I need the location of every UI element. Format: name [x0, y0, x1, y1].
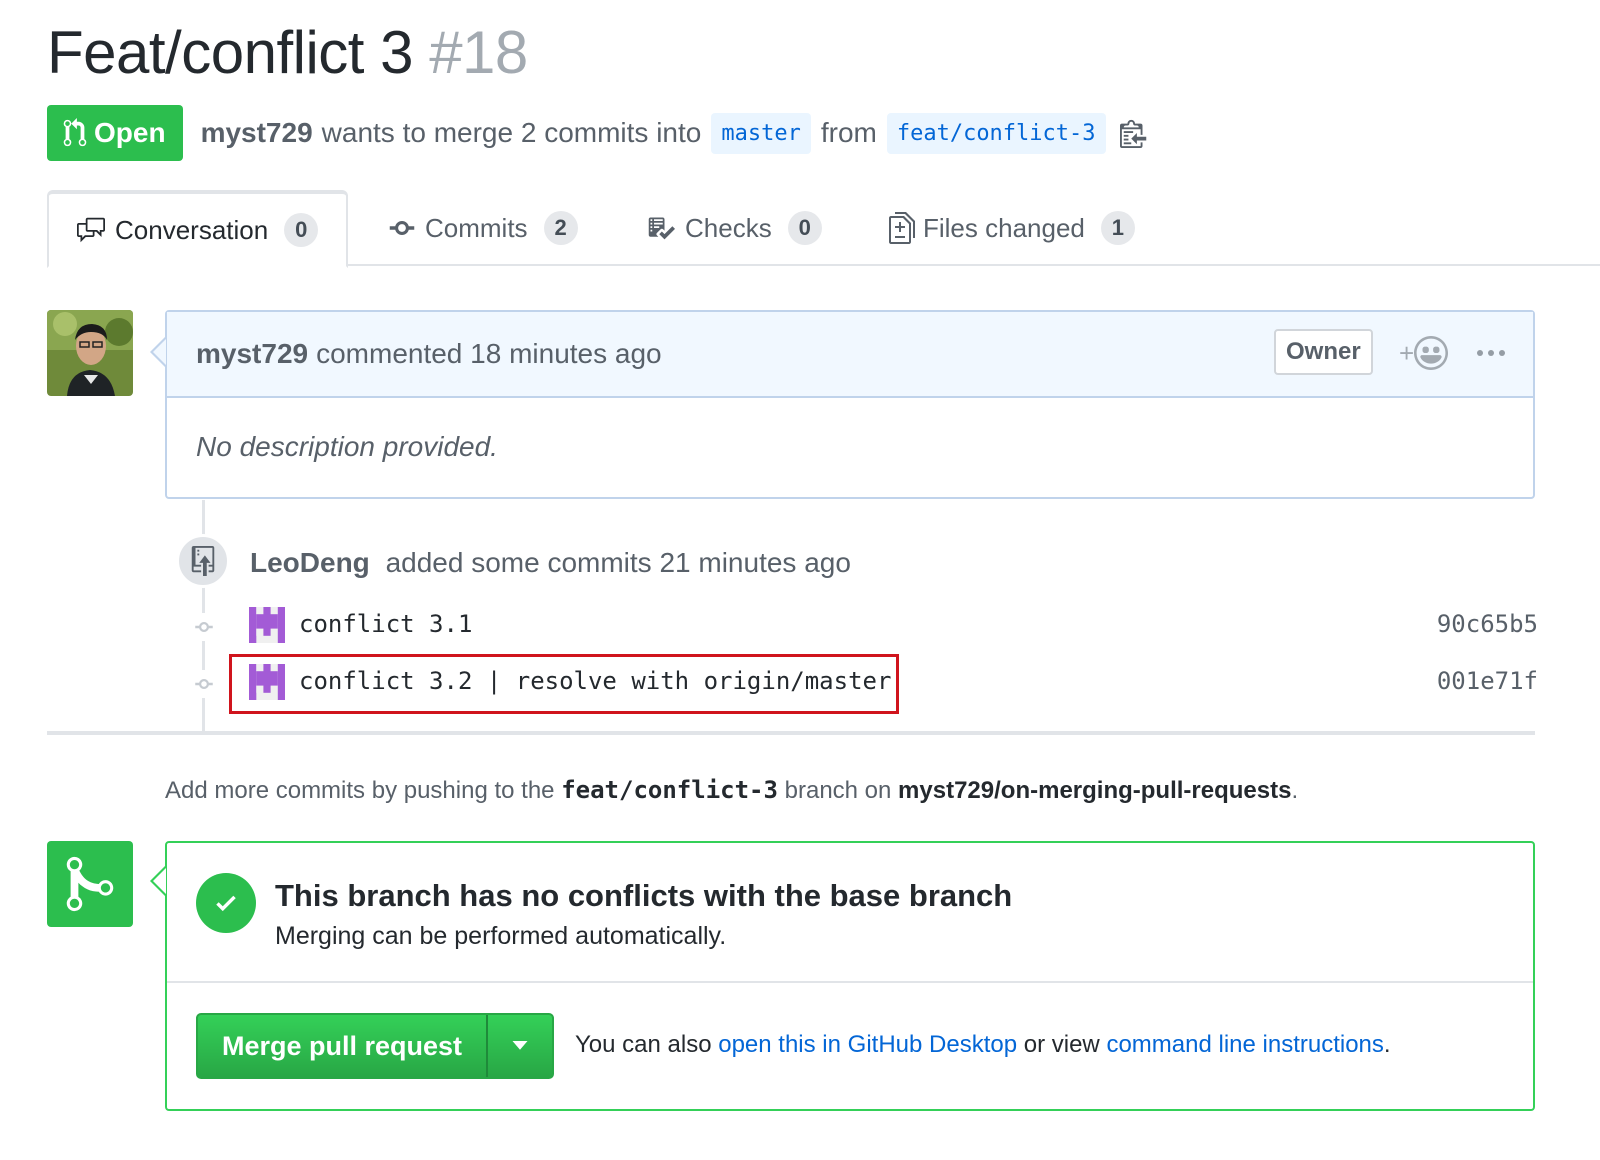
merge-pull-request-button[interactable]: Merge pull request: [198, 1015, 489, 1077]
commit-message-link[interactable]: conflict 3.1: [299, 610, 472, 638]
diff-icon: [889, 212, 915, 244]
merge-hint: You can also open this in GitHub Desktop…: [575, 1031, 1391, 1059]
state-label: Open: [94, 117, 166, 148]
tab-conversation[interactable]: Conversation 0: [47, 190, 349, 268]
pr-tabs: Conversation 0 Commits 2 Checks 0 Files …: [47, 190, 1600, 268]
push-action: added some commits 21 minutes ago: [385, 547, 851, 578]
pr-comment: myst729 commented 18 minutes ago Owner +…: [165, 310, 1535, 499]
tab-files-changed-count: 1: [1100, 211, 1135, 245]
git-commit-icon: [188, 613, 220, 641]
base-branch[interactable]: master: [711, 112, 811, 154]
command-line-instructions-link[interactable]: command line instructions: [1106, 1031, 1383, 1058]
state-badge: Open: [47, 105, 183, 161]
avatar[interactable]: [47, 310, 133, 396]
push-hint-repo: myst729/on-merging-pull-requests: [898, 777, 1292, 804]
tab-checks[interactable]: Checks 0: [645, 190, 822, 266]
push-hint-middle: branch on: [784, 777, 892, 804]
git-commit-icon: [188, 670, 220, 698]
merge-hint-prefix: You can also: [575, 1031, 712, 1058]
push-hint-prefix: Add more commits by pushing to the: [165, 777, 555, 804]
tab-checks-count: 0: [787, 211, 822, 245]
commit-sha-link[interactable]: 001e71f: [1437, 667, 1538, 695]
comment-timestamp[interactable]: commented 18 minutes ago: [316, 338, 662, 370]
tab-files-changed[interactable]: Files changed 1: [889, 190, 1135, 266]
push-author-link[interactable]: LeoDeng: [250, 547, 370, 578]
tab-commits-count: 2: [543, 211, 578, 245]
merge-action-text: wants to merge 2 commits into: [321, 117, 702, 148]
pr-number: #18: [429, 19, 528, 86]
clipboard-icon[interactable]: [1119, 118, 1150, 148]
repo-push-icon: [191, 546, 215, 576]
comment-discussion-icon: [75, 216, 107, 244]
merge-status-icon-box: [47, 841, 133, 927]
push-event-badge: [176, 534, 230, 588]
commit-sha-link[interactable]: 90c65b5: [1437, 610, 1538, 638]
comment-body: No description provided.: [196, 431, 498, 462]
tab-conversation-label: Conversation: [115, 214, 269, 245]
head-branch[interactable]: feat/conflict-3: [886, 112, 1106, 154]
merge-status: This branch has no conflicts with the ba…: [167, 843, 1533, 983]
pr-title: Feat/conflict 3 #18: [47, 18, 528, 87]
comment-author-link[interactable]: myst729: [196, 338, 308, 370]
kebab-dot-icon: [1477, 350, 1483, 356]
pr-title-text: Feat/conflict 3: [47, 19, 414, 86]
kebab-dot-icon: [1488, 350, 1494, 356]
commit-row: conflict 3.1 90c65b5: [188, 603, 1538, 651]
git-pull-request-icon: [63, 118, 87, 147]
highlight-annotation: [229, 654, 899, 714]
merge-pointer-fill: [153, 868, 166, 894]
add-reaction-button[interactable]: +: [1399, 336, 1449, 370]
kebab-dot-icon: [1499, 350, 1505, 356]
owner-badge: Owner: [1274, 329, 1373, 375]
merge-hint-suffix: .: [1383, 1031, 1391, 1058]
commit-author-avatar[interactable]: [249, 607, 285, 643]
push-hint: Add more commits by pushing to the feat/…: [165, 776, 1298, 805]
tab-files-changed-label: Files changed: [923, 212, 1085, 243]
merge-actions: Merge pull request You can also open thi…: [167, 983, 1533, 1109]
push-hint-suffix: .: [1291, 777, 1299, 804]
smiley-icon: [1414, 336, 1449, 370]
checklist-icon: [645, 214, 677, 242]
merge-hint-middle: or view: [1023, 1031, 1100, 1058]
reaction-plus: +: [1399, 337, 1415, 368]
comment-pointer-fill: [153, 339, 166, 365]
merge-status-heading: This branch has no conflicts with the ba…: [275, 878, 1013, 913]
merge-button-group: Merge pull request: [196, 1013, 555, 1079]
tab-commits-label: Commits: [425, 212, 528, 243]
timeline-divider: [47, 731, 1535, 735]
push-hint-branch: feat/conflict-3: [561, 776, 778, 804]
tab-checks-label: Checks: [685, 212, 772, 243]
merge-method-dropdown[interactable]: [488, 1015, 552, 1077]
tab-conversation-count: 0: [284, 213, 319, 247]
git-commit-icon: [387, 214, 417, 242]
triangle-down-icon: [512, 1041, 528, 1050]
push-event-text: LeoDeng added some commits 21 minutes ag…: [250, 547, 851, 579]
merge-description: myst729 wants to merge 2 commits into ma…: [201, 112, 1150, 154]
pr-author-link[interactable]: myst729: [201, 117, 313, 149]
from-text: from: [820, 117, 877, 148]
merge-box: This branch has no conflicts with the ba…: [165, 841, 1535, 1111]
tab-commits[interactable]: Commits 2: [387, 190, 578, 266]
comment-header: myst729 commented 18 minutes ago Owner +: [167, 312, 1533, 398]
pr-meta: Open myst729 wants to merge 2 commits in…: [47, 105, 1150, 161]
open-in-desktop-link[interactable]: open this in GitHub Desktop: [718, 1031, 1017, 1058]
comment-options-button[interactable]: [1477, 338, 1505, 368]
merge-status-subheading: Merging can be performed automatically.: [275, 922, 727, 950]
git-merge-icon: [66, 856, 114, 912]
check-icon: [196, 873, 256, 933]
